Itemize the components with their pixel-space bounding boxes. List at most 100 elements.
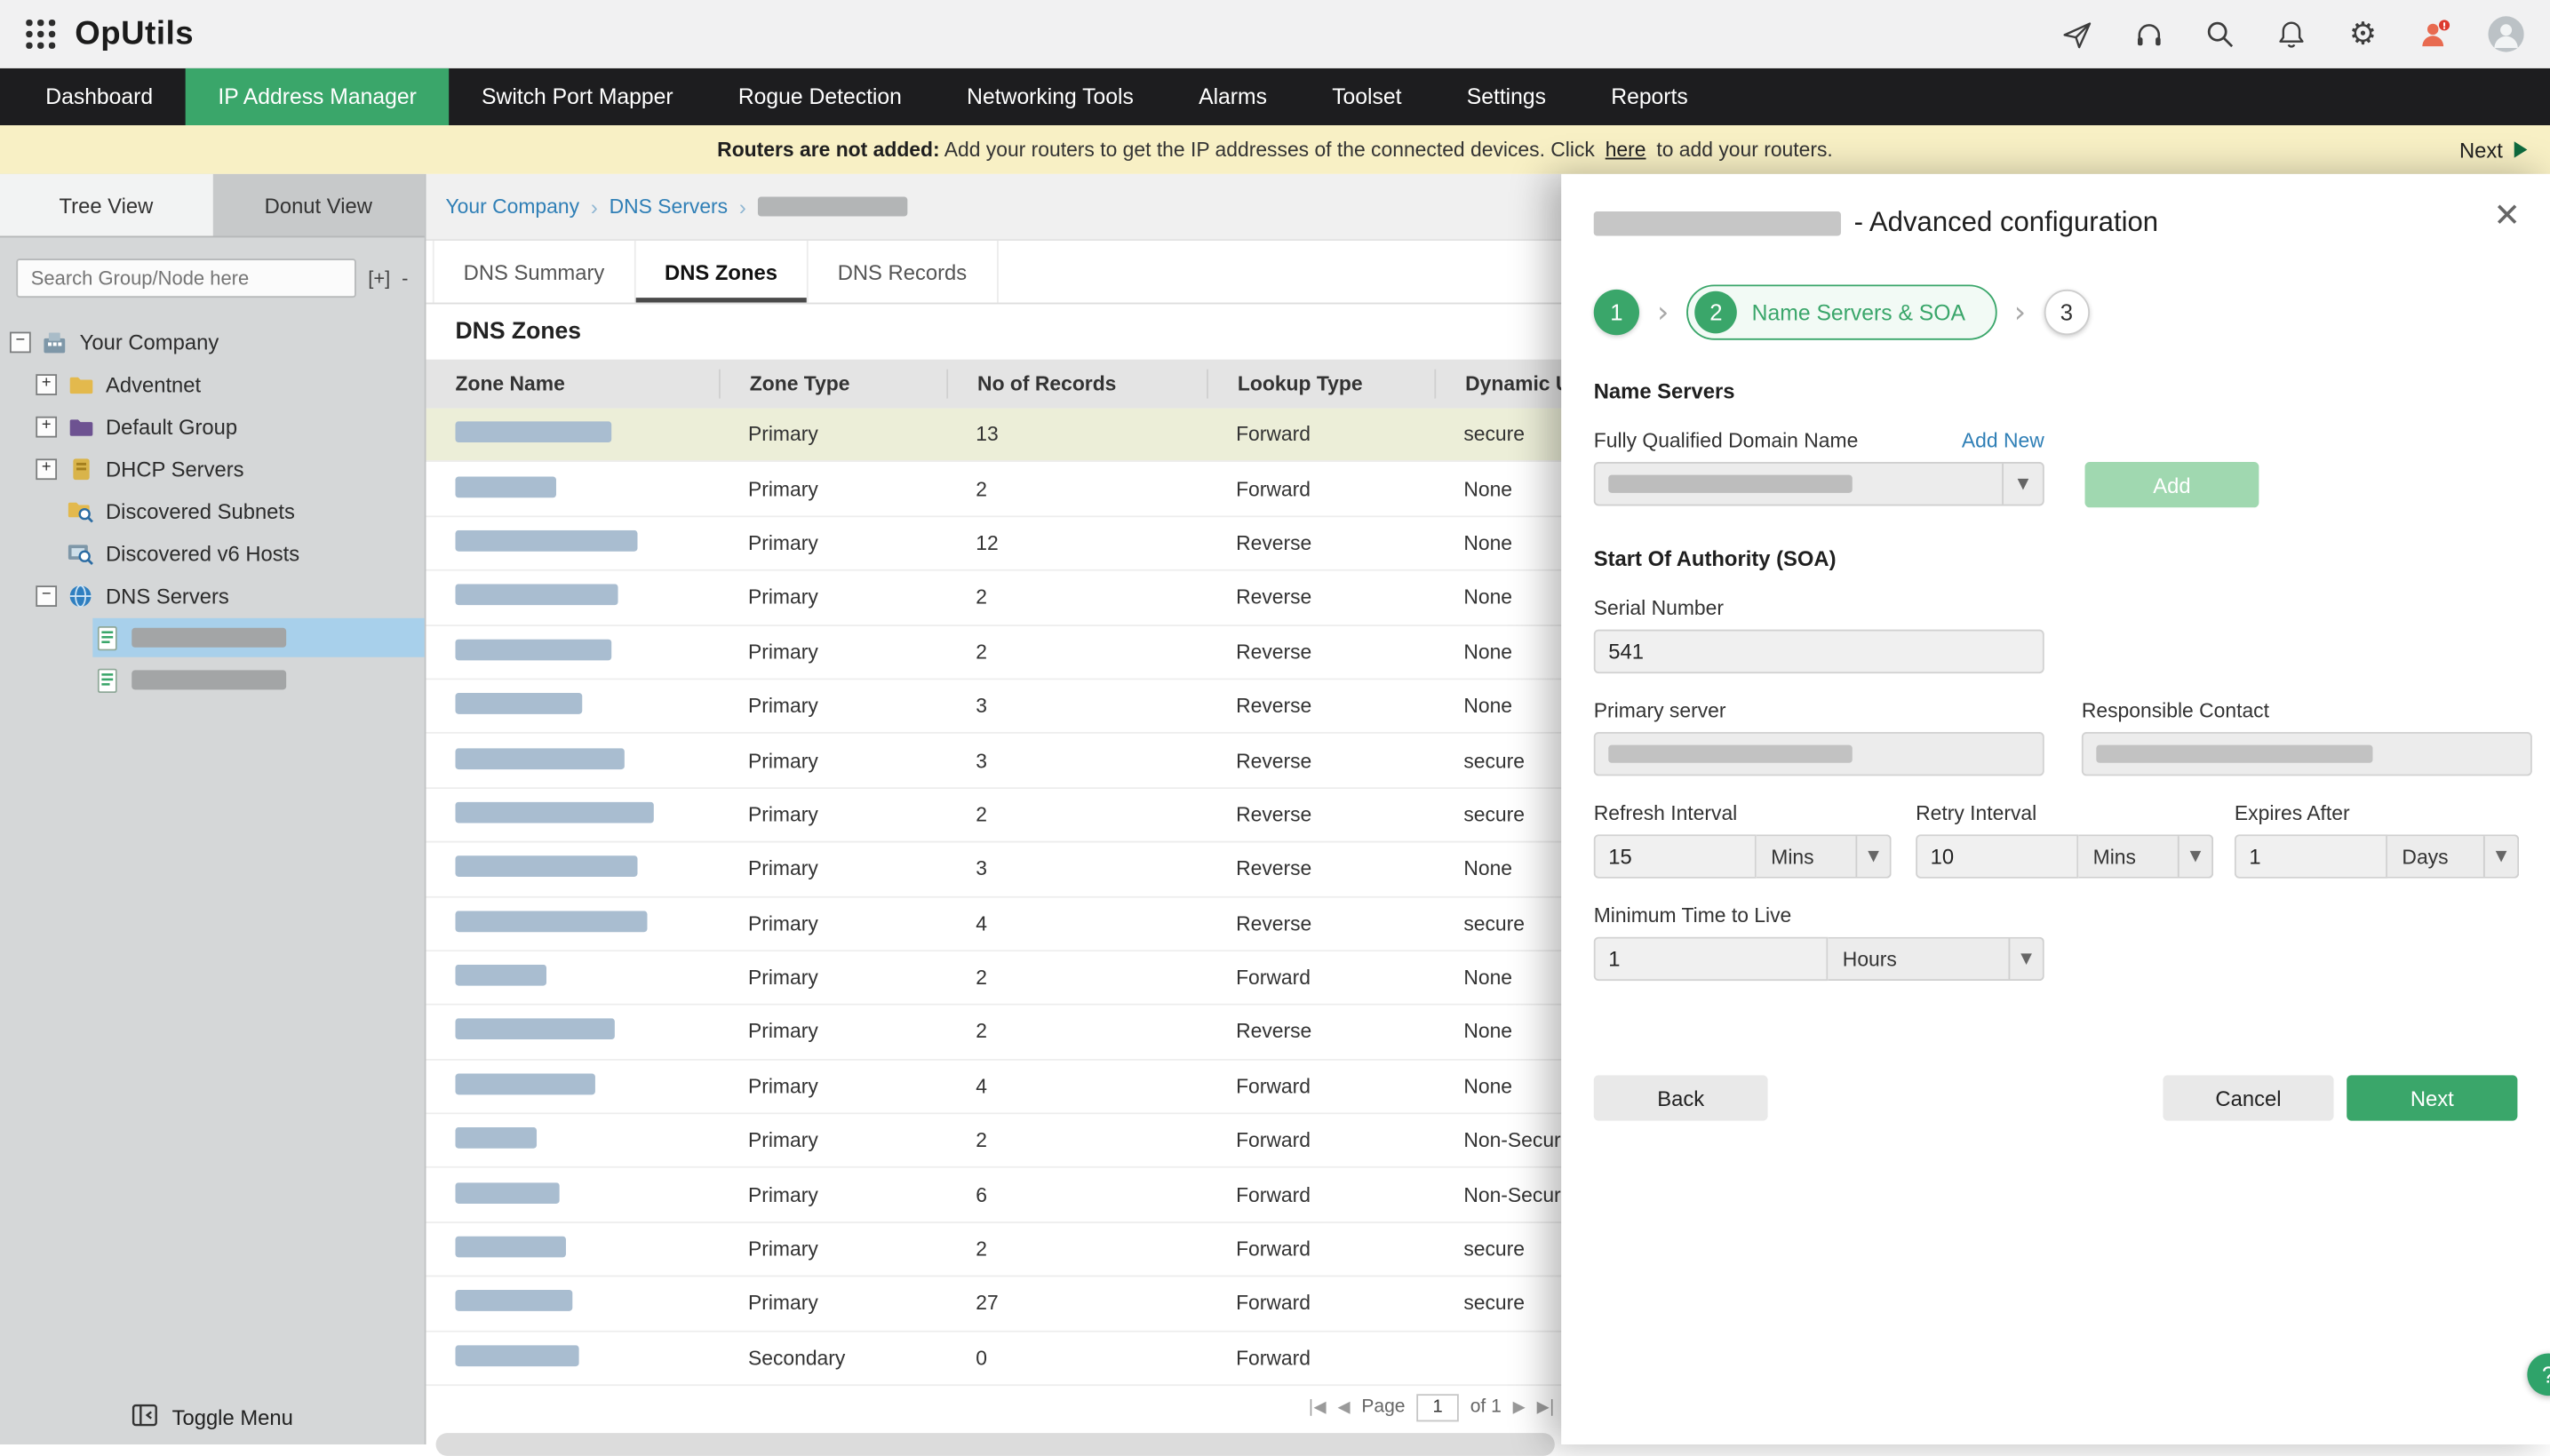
collapse-toggle-icon[interactable]: −: [10, 331, 31, 353]
fqdn-select[interactable]: ▼: [1594, 462, 2044, 505]
zone-name-link-redacted[interactable]: [455, 693, 582, 714]
banner-next-button[interactable]: Next: [2459, 125, 2527, 174]
retry-unit-select[interactable]: Mins ▼: [2078, 834, 2213, 878]
tab-dns-summary[interactable]: DNS Summary: [433, 241, 635, 303]
zone-name-link-redacted[interactable]: [455, 639, 611, 660]
next-button[interactable]: Next: [2347, 1075, 2517, 1120]
expand-toggle-icon[interactable]: +: [36, 416, 57, 437]
user-avatar[interactable]: [2488, 16, 2523, 52]
responsible-contact-input[interactable]: [2082, 732, 2532, 776]
cancel-button[interactable]: Cancel: [2163, 1075, 2333, 1120]
nav-item-ip-address-manager[interactable]: IP Address Manager: [186, 68, 450, 125]
primary-server-input[interactable]: [1594, 732, 2044, 776]
tab-dns-records[interactable]: DNS Records: [809, 241, 998, 303]
close-icon[interactable]: ✕: [2493, 200, 2521, 233]
first-page-icon[interactable]: |◀: [1308, 1398, 1326, 1416]
zone-name-link-redacted[interactable]: [455, 476, 555, 497]
wizard-step-1[interactable]: 1: [1594, 290, 1639, 335]
chevron-down-icon[interactable]: ▼: [2178, 836, 2211, 877]
zone-name-link-redacted[interactable]: [455, 1019, 614, 1040]
breadcrumb-dns-servers[interactable]: DNS Servers: [610, 195, 729, 219]
retry-interval-input[interactable]: [1916, 834, 2078, 878]
zone-name-link-redacted[interactable]: [455, 422, 611, 443]
zone-name-link-redacted[interactable]: [455, 1345, 578, 1366]
wizard-step-3[interactable]: 3: [2044, 290, 2089, 335]
chevron-down-icon[interactable]: ▼: [2008, 939, 2042, 980]
toggle-menu-button[interactable]: Toggle Menu: [0, 1404, 425, 1431]
nav-item-settings[interactable]: Settings: [1434, 68, 1579, 125]
breadcrumb-your-company[interactable]: Your Company: [446, 195, 580, 219]
tree-item-adventnet[interactable]: +Adventnet: [0, 362, 425, 405]
apps-grid-icon[interactable]: [26, 20, 55, 49]
page-number-input[interactable]: [1416, 1393, 1459, 1420]
nav-item-rogue-detection[interactable]: Rogue Detection: [705, 68, 934, 125]
collapse-toggle-icon[interactable]: −: [36, 585, 57, 606]
min-ttl-input[interactable]: [1594, 937, 1829, 981]
column-header-no-of-records[interactable]: No of Records: [946, 370, 1207, 399]
zone-name-link-redacted[interactable]: [455, 965, 546, 986]
zone-name-link-redacted[interactable]: [455, 1127, 537, 1149]
collapse-all-control[interactable]: -: [402, 267, 408, 290]
serial-number-input[interactable]: [1594, 630, 2044, 673]
zone-name-link-redacted[interactable]: [455, 747, 624, 768]
tree-item-default-group[interactable]: +Default Group: [0, 405, 425, 448]
add-button[interactable]: Add: [2085, 462, 2259, 507]
add-routers-link[interactable]: here: [1606, 139, 1646, 162]
nav-item-dashboard[interactable]: Dashboard: [13, 68, 186, 125]
notifications-icon[interactable]: [2274, 16, 2309, 52]
tree-item-redacted[interactable]: [0, 617, 425, 659]
zone-name-link-redacted[interactable]: [455, 1291, 572, 1312]
column-header-zone-type[interactable]: Zone Type: [719, 370, 946, 399]
zone-name-link-redacted[interactable]: [455, 530, 637, 552]
tab-dns-zones[interactable]: DNS Zones: [635, 241, 809, 303]
nav-item-reports[interactable]: Reports: [1579, 68, 1721, 125]
zone-name-link-redacted[interactable]: [455, 1073, 594, 1094]
nav-item-alarms[interactable]: Alarms: [1166, 68, 1299, 125]
search-icon[interactable]: [2202, 16, 2237, 52]
next-page-icon[interactable]: ▶: [1513, 1398, 1526, 1416]
tab-donut-view[interactable]: Donut View: [212, 174, 425, 236]
tree-item-discovered-subnets[interactable]: Discovered Subnets: [0, 489, 425, 532]
prev-page-icon[interactable]: ◀: [1337, 1398, 1350, 1416]
last-page-icon[interactable]: ▶|: [1537, 1398, 1555, 1416]
column-header-zone-name[interactable]: Zone Name: [426, 370, 719, 399]
tree-item-redacted[interactable]: [0, 659, 425, 702]
expand-toggle-icon[interactable]: +: [36, 457, 57, 479]
expand-all-control[interactable]: [+]: [368, 267, 390, 290]
send-icon[interactable]: [2059, 16, 2094, 52]
tree-item-dhcp-servers[interactable]: +DHCP Servers: [0, 448, 425, 490]
nav-item-networking-tools[interactable]: Networking Tools: [935, 68, 1167, 125]
zone-name-link-redacted[interactable]: [455, 1182, 559, 1204]
feedback-icon[interactable]: [2417, 16, 2452, 52]
zone-name-link-redacted[interactable]: [455, 802, 653, 823]
horizontal-scrollbar[interactable]: [436, 1433, 1555, 1456]
zone-name-link-redacted[interactable]: [455, 1237, 565, 1258]
refresh-unit-select[interactable]: Mins ▼: [1757, 834, 1892, 878]
column-header-lookup-type[interactable]: Lookup Type: [1207, 370, 1434, 399]
chevron-down-icon[interactable]: ▼: [1855, 836, 1889, 877]
settings-icon[interactable]: ⚙: [2345, 16, 2380, 52]
nav-item-switch-port-mapper[interactable]: Switch Port Mapper: [449, 68, 705, 125]
chevron-down-icon[interactable]: ▼: [2002, 464, 2043, 505]
zone-name-link-redacted[interactable]: [455, 911, 647, 932]
tree-item-discovered-v6-hosts[interactable]: Discovered v6 Hosts: [0, 532, 425, 575]
add-new-link[interactable]: Add New: [1962, 429, 2044, 452]
tab-tree-view[interactable]: Tree View: [0, 174, 212, 236]
zone-name-link-redacted[interactable]: [455, 585, 618, 606]
headset-icon[interactable]: [2131, 16, 2166, 52]
refresh-interval-input[interactable]: [1594, 834, 1757, 878]
nav-item-toolset[interactable]: Toolset: [1300, 68, 1435, 125]
tree-search-input[interactable]: [16, 259, 356, 298]
help-bubble-button[interactable]: ?: [2527, 1353, 2550, 1396]
chevron-down-icon[interactable]: ▼: [2483, 836, 2517, 877]
min-ttl-unit-select[interactable]: Hours ▼: [1828, 937, 2044, 981]
back-button[interactable]: Back: [1594, 1075, 1768, 1120]
tree-item-your-company[interactable]: −Your Company: [0, 321, 425, 363]
tree-item-dns-servers[interactable]: −DNS Servers: [0, 574, 425, 617]
wizard-step-2-active[interactable]: 2 Name Servers & SOA: [1686, 284, 1996, 339]
expires-unit-select[interactable]: Days ▼: [2387, 834, 2519, 878]
tree-item-body: Discovered v6 Hosts: [67, 534, 425, 573]
zone-name-link-redacted[interactable]: [455, 856, 637, 878]
expires-after-input[interactable]: [2235, 834, 2387, 878]
expand-toggle-icon[interactable]: +: [36, 373, 57, 394]
